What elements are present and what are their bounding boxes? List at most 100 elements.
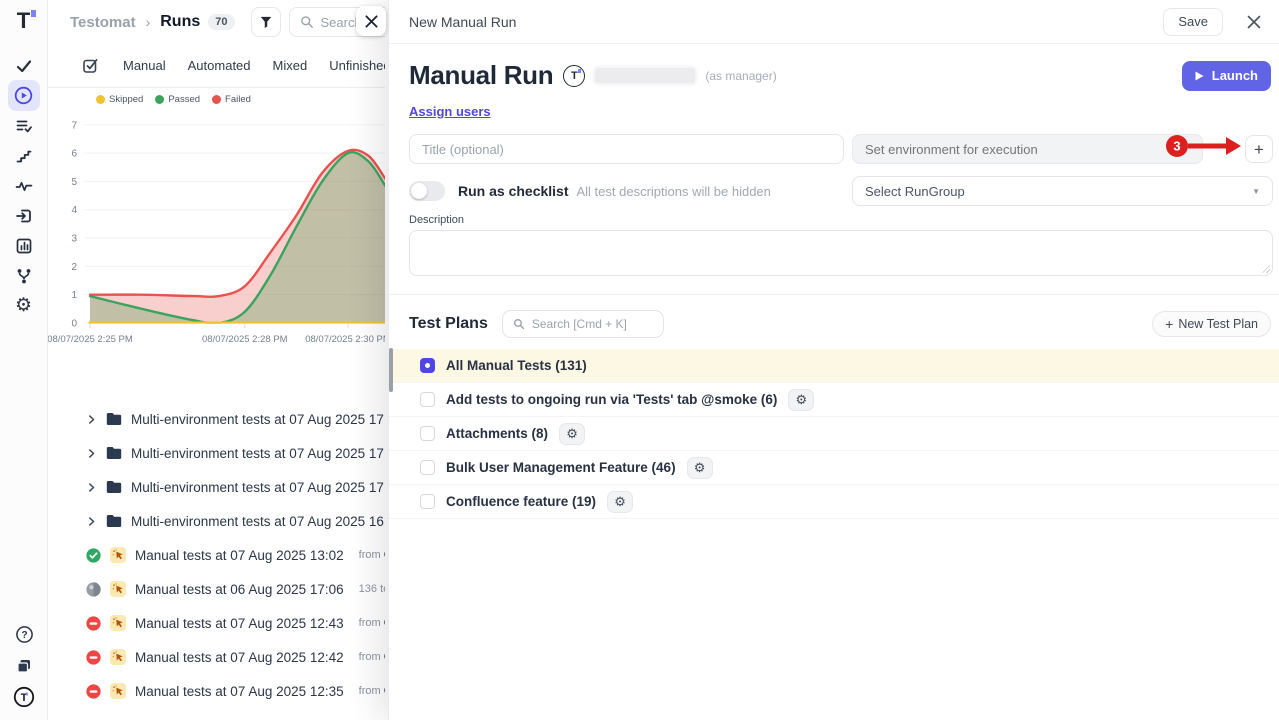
plan-settings-button[interactable]: ⚙ (559, 423, 585, 445)
svg-text:08/07/2025 2:30 PM: 08/07/2025 2:30 PM (305, 334, 385, 345)
run-meta: 136 tests (359, 583, 385, 595)
sidebar-item-runs-play[interactable] (8, 80, 40, 111)
sidebar-item-analytics[interactable] (8, 230, 40, 261)
plan-checkbox[interactable] (420, 460, 435, 475)
plan-checkbox[interactable] (420, 392, 435, 407)
sidebar-item-docs[interactable] (8, 650, 40, 681)
filter-button[interactable] (251, 7, 281, 37)
chevron-right-icon[interactable] (86, 414, 97, 425)
breadcrumb-app[interactable]: Testomat (70, 14, 136, 31)
legend-item-passed[interactable]: Passed (155, 94, 200, 105)
rungroup-select-value: Select RunGroup (865, 184, 965, 199)
new-test-plan-button[interactable]: + New Test Plan (1152, 311, 1271, 337)
svg-text:7: 7 (71, 120, 77, 131)
run-row[interactable]: Manual tests at 06 Aug 2025 17:06 136 tes… (48, 572, 385, 606)
legend-item-skipped[interactable]: Skipped (96, 94, 143, 105)
sidebar-item-test-plans[interactable] (8, 110, 40, 141)
sidebar-item-testomat-badge[interactable]: T (8, 681, 40, 712)
test-plans-heading: Test Plans (409, 315, 488, 333)
sidebar-item-import[interactable] (8, 200, 40, 231)
chevron-down-icon: ▼ (1252, 187, 1260, 196)
add-environment-button[interactable]: + (1245, 135, 1273, 163)
checklist-label: Run as checklist (458, 183, 569, 199)
search-icon (513, 318, 525, 330)
test-plan-row[interactable]: Confluence feature (19)⚙ (389, 485, 1279, 519)
title-input[interactable] (409, 134, 844, 164)
status-progress-icon (86, 582, 101, 597)
section-divider (389, 294, 1279, 295)
run-as-checklist-toggle[interactable] (409, 181, 445, 201)
tab-automated[interactable]: Automated (188, 58, 251, 73)
folder-icon (106, 412, 122, 426)
save-button[interactable]: Save (1163, 8, 1223, 36)
manual-run-icon (110, 581, 126, 597)
run-row[interactable]: Manual tests at 07 Aug 2025 12:43from Cu… (48, 606, 385, 640)
tests-check-icon (15, 57, 33, 75)
description-textarea[interactable] (409, 230, 1273, 276)
environment-input[interactable] (852, 134, 1203, 164)
test-plans-search[interactable] (502, 310, 664, 338)
runs-count-badge: 70 (208, 14, 234, 30)
tab-unfinished[interactable]: Unfinished (329, 58, 385, 73)
sidebar-item-milestones-steps[interactable] (8, 140, 40, 171)
sidebar-item-branch[interactable] (8, 260, 40, 291)
test-plan-row[interactable]: All Manual Tests (131) (389, 349, 1279, 383)
test-plans-search-input[interactable] (532, 317, 650, 331)
plan-checkbox[interactable] (420, 426, 435, 441)
svg-text:6: 6 (71, 149, 77, 160)
plan-settings-button[interactable]: ⚙ (788, 389, 814, 411)
run-folder-row[interactable]: Multi-environment tests at 07 Aug 2025 1… (48, 504, 385, 538)
sidebar-item-tests-check[interactable] (8, 50, 40, 81)
chevron-right-icon[interactable] (86, 516, 97, 527)
run-folder-label: Multi-environment tests at 07 Aug 2025 1… (131, 514, 385, 529)
legend-dot (96, 95, 105, 104)
analytics-icon (15, 237, 33, 255)
testomat-badge-icon: T (13, 686, 35, 708)
clear-search-button[interactable] (356, 6, 386, 36)
chevron-right-icon[interactable] (86, 482, 97, 493)
status-failed-icon (86, 650, 101, 665)
test-plan-row[interactable]: Attachments (8)⚙ (389, 417, 1279, 451)
launch-button[interactable]: Launch (1182, 61, 1271, 91)
legend-dot (212, 95, 221, 104)
test-plan-row[interactable]: Bulk User Management Feature (46)⚙ (389, 451, 1279, 485)
svg-text:?: ? (21, 630, 27, 641)
test-plan-row[interactable]: Add tests to ongoing run via 'Tests' tab… (389, 383, 1279, 417)
sidebar-item-help[interactable]: ? (8, 619, 40, 650)
run-folder-row[interactable]: Multi-environment tests at 07 Aug 2025 1… (48, 470, 385, 504)
testomat-logo-icon[interactable]: T (11, 6, 37, 36)
gear-icon: ⚙ (566, 427, 578, 440)
tab-manual[interactable]: Manual (123, 58, 166, 73)
run-row[interactable]: Manual tests at 07 Aug 2025 13:02from Cu… (48, 538, 385, 572)
close-drawer-icon[interactable] (1243, 11, 1265, 33)
plan-checkbox[interactable] (420, 358, 435, 373)
rungroup-select[interactable]: Select RunGroup ▼ (852, 176, 1273, 206)
description-wrap (409, 230, 1273, 276)
run-label: Manual tests at 07 Aug 2025 12:43 (135, 616, 344, 631)
run-folder-row[interactable]: Multi-environment tests at 07 Aug 2025 1… (48, 436, 385, 470)
plan-settings-button[interactable]: ⚙ (607, 491, 633, 513)
breadcrumb-page: Runs (160, 13, 200, 31)
run-folder-label: Multi-environment tests at 07 Aug 2025 1… (131, 412, 385, 427)
run-row[interactable]: Manual tests at 07 Aug 2025 12:35from Cu… (48, 674, 385, 708)
sidebar-item-settings-gear[interactable]: ⚙ (8, 290, 40, 321)
legend-item-failed[interactable]: Failed (212, 94, 251, 105)
run-title-row: Manual Run T (as manager) Launch (409, 60, 1273, 91)
chevron-right-icon[interactable] (86, 448, 97, 459)
plan-checkbox[interactable] (420, 494, 435, 509)
svg-text:2: 2 (71, 262, 77, 273)
run-label: Manual tests at 06 Aug 2025 17:06 (135, 582, 344, 597)
plan-label: All Manual Tests (131) (446, 358, 587, 373)
run-folder-row[interactable]: Multi-environment tests at 07 Aug 2025 1… (48, 402, 385, 436)
svg-text:0: 0 (71, 319, 77, 330)
select-runs-icon[interactable] (82, 57, 99, 74)
sidebar-item-pulse-activity[interactable] (8, 170, 40, 201)
tab-mixed[interactable]: Mixed (273, 58, 308, 73)
run-row[interactable]: Manual tests at 07 Aug 2025 12:42from Cu… (48, 640, 385, 674)
assign-users-link[interactable]: Assign users (409, 104, 491, 119)
plan-settings-button[interactable]: ⚙ (687, 457, 713, 479)
drawer-body: Manual Run T (as manager) Launch Assign … (389, 44, 1279, 519)
scrollbar-thumb[interactable] (389, 348, 393, 392)
status-failed-icon (86, 616, 101, 631)
runs-stats-chart: 0123456708/07/2025 2:25 PM08/07/2025 2:2… (48, 108, 385, 356)
